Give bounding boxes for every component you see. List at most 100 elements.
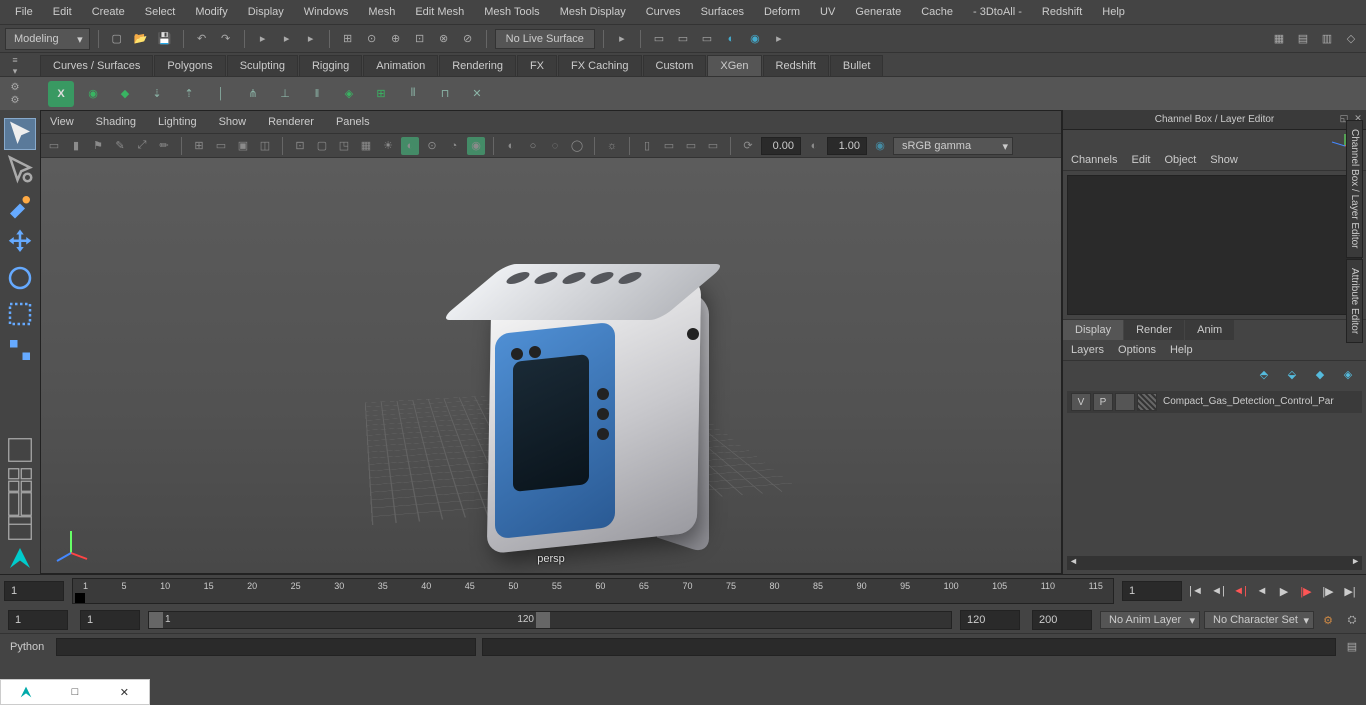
layer-playback-toggle[interactable]: P xyxy=(1093,393,1113,411)
tab-animation[interactable]: Animation xyxy=(363,55,438,76)
menu-uv[interactable]: UV xyxy=(810,3,845,21)
vp-exposure-reset-icon[interactable]: ⟳ xyxy=(739,137,757,155)
menu-generate[interactable]: Generate xyxy=(845,3,911,21)
four-pane-icon[interactable] xyxy=(4,470,36,490)
live-surface-field[interactable]: No Live Surface xyxy=(495,29,595,49)
range-end-outer[interactable]: 200 xyxy=(1032,610,1092,630)
vp-menu-show[interactable]: Show xyxy=(215,113,251,131)
hypershade-icon[interactable]: ◐ xyxy=(721,29,741,49)
vp-grease-icon[interactable]: ✏ xyxy=(155,137,173,155)
vp-smooth2-icon[interactable]: ▭ xyxy=(682,137,700,155)
step-back-key-icon[interactable]: ◄| xyxy=(1208,581,1228,601)
xgen-tool-2-icon[interactable]: ⋔ xyxy=(240,81,266,107)
vp-xray-joints-icon[interactable]: ◌ xyxy=(546,137,564,155)
character-set-dropdown[interactable]: No Character Set xyxy=(1204,611,1314,629)
vp-aa-icon[interactable]: ◔ xyxy=(445,137,463,155)
vp-wire-shaded-icon[interactable]: ◳ xyxy=(335,137,353,155)
menu-windows[interactable]: Windows xyxy=(294,3,359,21)
open-scene-icon[interactable]: 📂 xyxy=(131,29,151,49)
layer-move-up-icon[interactable]: ⬘ xyxy=(1254,365,1274,385)
menu-surfaces[interactable]: Surfaces xyxy=(691,3,754,21)
range-start-outer[interactable]: 1 xyxy=(8,610,68,630)
snap-toggle-icon[interactable]: ⊘ xyxy=(458,29,478,49)
panel-layout-icon[interactable]: ▦ xyxy=(1269,29,1289,49)
redo-icon[interactable]: ↷ xyxy=(216,29,236,49)
auto-key-icon[interactable]: ⚙ xyxy=(1318,610,1338,630)
menu-display[interactable]: Display xyxy=(238,3,294,21)
shelf-options-icon[interactable]: ⚙ xyxy=(8,94,22,106)
range-handle-left[interactable] xyxy=(149,612,163,628)
layer-menu-help[interactable]: Help xyxy=(1170,344,1193,356)
menu-cache[interactable]: Cache xyxy=(911,3,963,21)
taskbar-app-icon[interactable] xyxy=(1,680,50,704)
shelf-menu-icon[interactable]: ▾ xyxy=(8,66,22,76)
taskbar-close-icon[interactable]: ✕ xyxy=(100,680,149,704)
xgen-open-icon[interactable]: X xyxy=(48,81,74,107)
step-forward-icon[interactable]: |▶ xyxy=(1296,581,1316,601)
tab-fx[interactable]: FX xyxy=(517,55,557,76)
single-pane-icon[interactable] xyxy=(4,434,36,466)
ltab-render[interactable]: Render xyxy=(1124,320,1184,340)
menu-edit[interactable]: Edit xyxy=(43,3,82,21)
vp-2d-pan-icon[interactable]: ⤢ xyxy=(133,137,151,155)
ipr-render-icon[interactable]: ▭ xyxy=(673,29,693,49)
shelf-toggle-icon[interactable]: ≡ xyxy=(8,55,22,65)
range-slider[interactable]: 1 120 xyxy=(148,611,952,629)
vp-lights-icon[interactable]: ☀ xyxy=(379,137,397,155)
lasso-tool[interactable] xyxy=(4,154,36,186)
snap-point-icon[interactable]: ⊕ xyxy=(386,29,406,49)
menu-redshift[interactable]: Redshift xyxy=(1032,3,1092,21)
vp-gamma-field[interactable]: 1.00 xyxy=(827,137,867,155)
undo-icon[interactable]: ↶ xyxy=(192,29,212,49)
vp-image-plane-icon[interactable]: ✎ xyxy=(111,137,129,155)
select-tool[interactable] xyxy=(4,118,36,150)
vp-xray-components-icon[interactable]: ◯ xyxy=(568,137,586,155)
workspace-selector[interactable]: Modeling xyxy=(5,28,90,50)
scale-tool[interactable] xyxy=(4,298,36,330)
vp-grid-icon[interactable]: ⊞ xyxy=(190,137,208,155)
construction-history-icon[interactable]: ▸ xyxy=(612,29,632,49)
step-back-icon[interactable]: ◄| xyxy=(1230,581,1250,601)
vp-smooth3-icon[interactable]: ▭ xyxy=(704,137,722,155)
vp-shadows-icon[interactable]: ◐ xyxy=(401,137,419,155)
layer-new-empty-icon[interactable]: ◆ xyxy=(1310,365,1330,385)
vp-xray-icon[interactable]: ○ xyxy=(524,137,542,155)
menu-create[interactable]: Create xyxy=(82,3,135,21)
vp-exposure-icon[interactable]: ☼ xyxy=(603,137,621,155)
menu-mesh[interactable]: Mesh xyxy=(358,3,405,21)
tab-xgen[interactable]: XGen xyxy=(707,55,761,76)
layer-visibility-toggle[interactable]: V xyxy=(1071,393,1091,411)
vp-wireframe-icon[interactable]: ⊡ xyxy=(291,137,309,155)
xgen-tool-4-icon[interactable]: ‖ xyxy=(304,81,330,107)
move-tool[interactable] xyxy=(4,226,36,258)
cb-menu-show[interactable]: Show xyxy=(1210,154,1238,166)
two-pane-icon[interactable] xyxy=(4,494,36,514)
tab-redshift[interactable]: Redshift xyxy=(763,55,829,76)
menu-curves[interactable]: Curves xyxy=(636,3,691,21)
vp-select-camera-icon[interactable]: ▭ xyxy=(45,137,63,155)
vp-color-mgmt-toggle-icon[interactable]: ◉ xyxy=(871,137,889,155)
vp-gate-mask-icon[interactable]: ◫ xyxy=(256,137,274,155)
xgen-tool-1-icon[interactable]: │ xyxy=(208,81,234,107)
menu-help[interactable]: Help xyxy=(1092,3,1135,21)
range-handle-right[interactable] xyxy=(536,612,550,628)
tab-custom[interactable]: Custom xyxy=(643,55,707,76)
render-settings-icon[interactable]: ▭ xyxy=(697,29,717,49)
time-slider-handle[interactable] xyxy=(75,593,85,603)
layer-move-down-icon[interactable]: ⬙ xyxy=(1282,365,1302,385)
render-setup-icon[interactable]: ◉ xyxy=(745,29,765,49)
vp-isolate-icon[interactable]: ◐ xyxy=(502,137,520,155)
menu-file[interactable]: File xyxy=(5,3,43,21)
layer-new-selected-icon[interactable]: ◈ xyxy=(1338,365,1358,385)
vp-textured-icon[interactable]: ▦ xyxy=(357,137,375,155)
vp-ao-icon[interactable]: ⊙ xyxy=(423,137,441,155)
paint-select-tool[interactable] xyxy=(4,190,36,222)
viewport-3d[interactable]: persp xyxy=(41,158,1061,573)
xgen-tool-8-icon[interactable]: ⊓ xyxy=(432,81,458,107)
menu-mesh-display[interactable]: Mesh Display xyxy=(550,3,636,21)
side-tab-attribute-editor[interactable]: Attribute Editor xyxy=(1346,259,1363,343)
model-compact-gas-detection[interactable] xyxy=(449,258,699,558)
go-to-end-icon[interactable]: ▶| xyxy=(1340,581,1360,601)
vp-menu-view[interactable]: View xyxy=(46,113,78,131)
save-scene-icon[interactable]: 💾 xyxy=(155,29,175,49)
